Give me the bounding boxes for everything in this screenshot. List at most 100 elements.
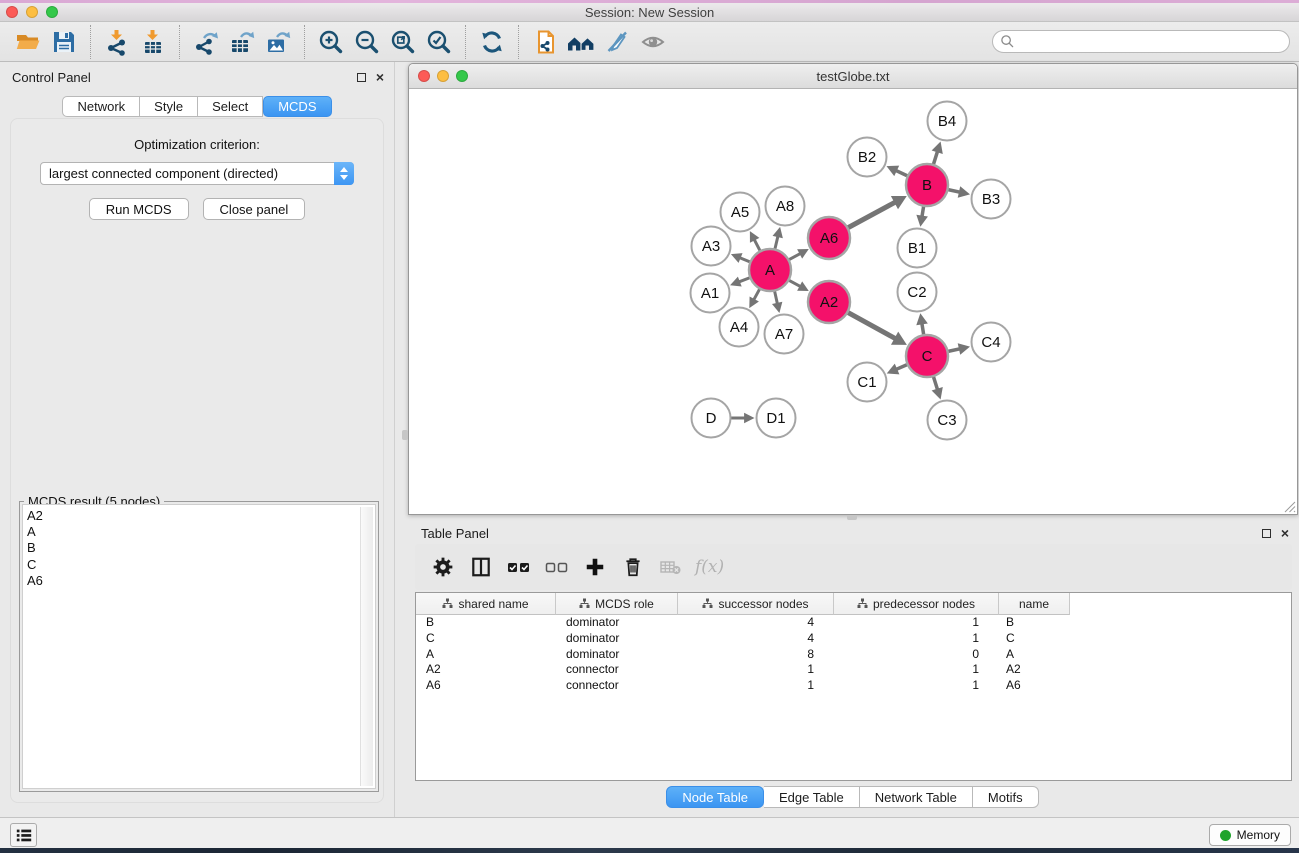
table-cell[interactable]: dominator (556, 647, 678, 663)
table-cell[interactable]: 1 (834, 615, 999, 631)
open-session-button[interactable] (10, 25, 46, 59)
table-tab-edge-table[interactable]: Edge Table (764, 786, 860, 808)
close-panel-icon[interactable]: × (376, 73, 384, 82)
table-row[interactable]: A2connector11A2 (416, 662, 1291, 678)
table-cell[interactable]: 4 (678, 615, 834, 631)
table-cell[interactable]: 1 (834, 662, 999, 678)
table-cell[interactable]: dominator (556, 631, 678, 647)
table-cell[interactable]: 8 (678, 647, 834, 663)
export-table-button[interactable] (224, 25, 260, 59)
result-scrollbar[interactable] (360, 507, 373, 786)
hide-annotations-button[interactable] (599, 25, 635, 59)
table-cell[interactable]: A2 (416, 662, 556, 678)
clone-network-button[interactable] (527, 25, 563, 59)
tab-style[interactable]: Style (140, 96, 198, 117)
close-network-window-button[interactable] (418, 70, 430, 82)
close-table-panel-icon[interactable]: × (1281, 529, 1289, 538)
mcds-result-item[interactable]: A2 (27, 508, 375, 524)
column-header-successor-nodes[interactable]: successor nodes (678, 593, 834, 615)
mcds-result-item[interactable]: A (27, 524, 375, 540)
add-column-button[interactable] (579, 551, 611, 583)
minimize-network-window-button[interactable] (437, 70, 449, 82)
table-cell[interactable]: C (416, 631, 556, 647)
close-window-button[interactable] (6, 6, 18, 18)
tab-mcds[interactable]: MCDS (263, 96, 331, 117)
table-cell[interactable]: 1 (678, 662, 834, 678)
mcds-result-item[interactable]: C (27, 557, 375, 573)
close-panel-button[interactable]: Close panel (203, 198, 306, 220)
table-cell[interactable]: connector (556, 662, 678, 678)
column-header-shared-name[interactable]: shared name (416, 593, 556, 615)
table-cell[interactable]: A2 (999, 662, 1070, 678)
table-cell[interactable]: 0 (834, 647, 999, 663)
table-cell[interactable]: B (999, 615, 1070, 631)
import-network-button[interactable] (99, 25, 135, 59)
table-cell[interactable]: 1 (834, 631, 999, 647)
home-layout-button[interactable] (563, 25, 599, 59)
table-cell[interactable]: A (999, 647, 1070, 663)
save-session-button[interactable] (46, 25, 82, 59)
search-input[interactable] (1015, 31, 1289, 52)
table-cell[interactable]: 4 (678, 631, 834, 647)
edge-A2-C[interactable] (847, 312, 898, 340)
show-columns-button[interactable] (465, 551, 497, 583)
column-header-label: successor nodes (718, 597, 808, 611)
table-cell[interactable]: B (416, 615, 556, 631)
table-tab-motifs[interactable]: Motifs (973, 786, 1039, 808)
network-window-titlebar[interactable]: testGlobe.txt (409, 64, 1297, 89)
import-table-button[interactable] (135, 25, 171, 59)
table-cell[interactable]: C (999, 631, 1070, 647)
zoom-selected-button[interactable] (421, 25, 457, 59)
float-table-panel-icon[interactable] (1262, 529, 1271, 538)
network-view-window[interactable]: testGlobe.txt AA1A2A3A4A5A6A7A8BB1B2B3B4… (408, 63, 1298, 515)
tab-select[interactable]: Select (198, 96, 263, 117)
network-window-controls (418, 70, 468, 82)
export-image-button[interactable] (260, 25, 296, 59)
task-history-button[interactable] (10, 823, 37, 847)
export-network-button[interactable] (188, 25, 224, 59)
network-graph-svg[interactable]: AA1A2A3A4A5A6A7A8BB1B2B3B4CC1C2C3C4DD1 (409, 90, 1297, 515)
table-cell[interactable]: A6 (999, 678, 1070, 694)
deselect-all-button[interactable] (541, 551, 573, 583)
table-cell[interactable]: A (416, 647, 556, 663)
edge-A6-B[interactable] (847, 201, 898, 228)
zoom-fit-button[interactable] (385, 25, 421, 59)
table-cell[interactable]: 1 (678, 678, 834, 694)
minimize-window-button[interactable] (26, 6, 38, 18)
zoom-window-button[interactable] (46, 6, 58, 18)
column-header-predecessor-nodes[interactable]: predecessor nodes (834, 593, 999, 615)
select-all-button[interactable] (503, 551, 535, 583)
table-tab-node-table[interactable]: Node Table (666, 786, 764, 808)
resize-grip-icon[interactable] (1284, 501, 1296, 513)
table-row[interactable]: Adominator80A (416, 647, 1291, 663)
app-titlebar[interactable]: Session: New Session (0, 3, 1299, 22)
zoom-network-window-button[interactable] (456, 70, 468, 82)
tab-network[interactable]: Network (62, 96, 140, 117)
mcds-result-item[interactable]: B (27, 540, 375, 556)
table-cell[interactable]: A6 (416, 678, 556, 694)
show-graphics-button[interactable] (635, 25, 671, 59)
table-row[interactable]: Cdominator41C (416, 631, 1291, 647)
table-options-button[interactable] (427, 551, 459, 583)
column-header-name[interactable]: name (999, 593, 1070, 615)
network-canvas[interactable]: AA1A2A3A4A5A6A7A8BB1B2B3B4CC1C2C3C4DD1 (409, 90, 1297, 515)
toolbar-search[interactable] (992, 30, 1290, 53)
criterion-dropdown[interactable]: largest connected component (directed) (40, 162, 354, 185)
run-mcds-button[interactable]: Run MCDS (89, 198, 189, 220)
memory-button[interactable]: Memory (1209, 824, 1291, 846)
mcds-result-list[interactable]: A2ABCA6 (22, 504, 376, 789)
table-cell[interactable]: connector (556, 678, 678, 694)
mcds-result-item[interactable]: A6 (27, 573, 375, 589)
refresh-view-button[interactable] (474, 25, 510, 59)
table-row[interactable]: Bdominator41B (416, 615, 1291, 631)
table-row[interactable]: A6connector11A6 (416, 678, 1291, 694)
float-panel-icon[interactable] (357, 73, 366, 82)
zoom-out-button[interactable] (349, 25, 385, 59)
node-table[interactable]: shared nameMCDS role successor nodes prede… (415, 592, 1292, 781)
column-header-mcds-role[interactable]: MCDS role (556, 593, 678, 615)
table-tab-network-table[interactable]: Network Table (860, 786, 973, 808)
table-cell[interactable]: 1 (834, 678, 999, 694)
zoom-in-button[interactable] (313, 25, 349, 59)
delete-column-button[interactable] (617, 551, 649, 583)
table-cell[interactable]: dominator (556, 615, 678, 631)
